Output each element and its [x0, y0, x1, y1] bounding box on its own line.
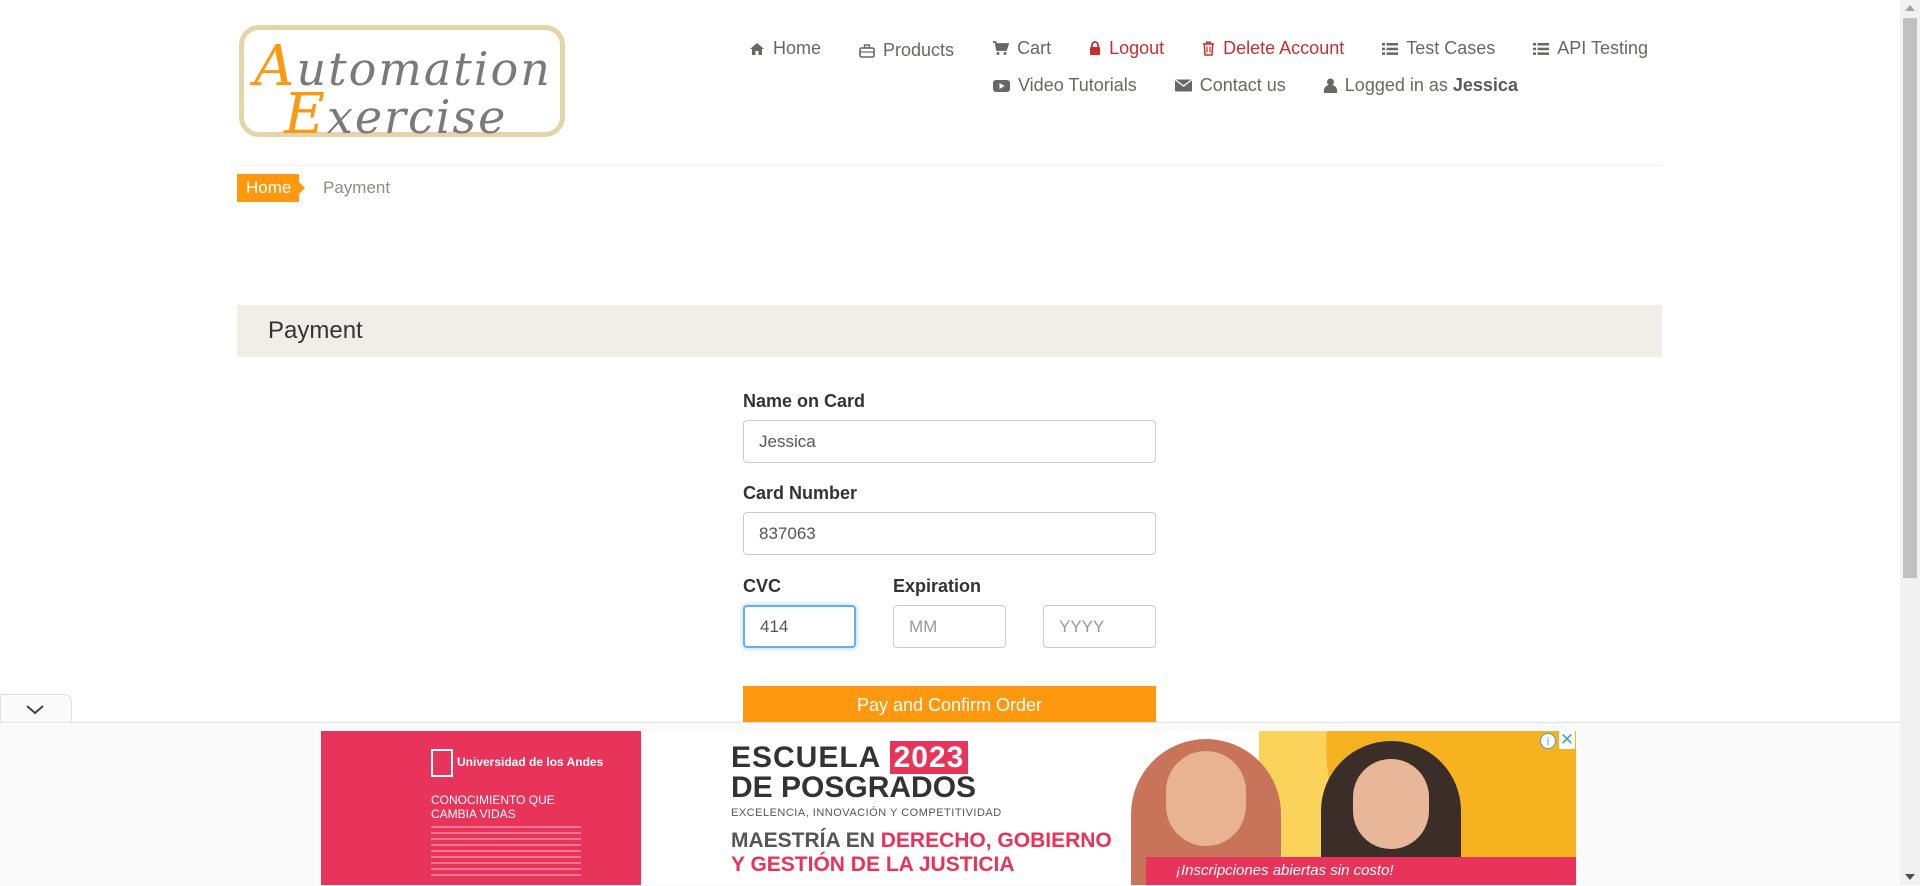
chevron-down-icon [26, 705, 44, 715]
nav-logged-in-as[interactable]: Logged in as Jessica [1323, 75, 1518, 96]
ad-banner[interactable]: Universidad de los Andes CONOCIMIENTO QU… [321, 731, 1576, 885]
page-title: Payment [237, 305, 1662, 357]
expiry-year-input[interactable] [1043, 605, 1156, 648]
nav-products[interactable]: Products [859, 40, 954, 61]
ad-program-line-1: MAESTRÍA EN DERECHO, GOBIERNO [731, 829, 1112, 853]
ad-person-man-face [1166, 751, 1246, 846]
ad-close-icon[interactable]: ✕ [1559, 731, 1575, 749]
nav-test-cases-label: Test Cases [1406, 38, 1496, 58]
logged-in-label: Logged in as [1344, 75, 1448, 95]
nav-video-tutorials[interactable]: Video Tutorials [993, 75, 1137, 96]
nav-logout-label: Logout [1109, 38, 1165, 58]
ad-subline: EXCELENCIA, INNOVACIÓN Y COMPETITIVIDAD [731, 807, 1002, 819]
nav-api-testing-label: API Testing [1557, 38, 1648, 58]
card-number-label: Card Number [743, 483, 858, 503]
nav-contact-us-label: Contact us [1199, 75, 1286, 95]
secondary-nav: Video Tutorials Contact us Logged in as J… [993, 75, 1518, 96]
youtube-icon [993, 79, 1010, 92]
nav-delete-account-label: Delete Account [1223, 38, 1345, 58]
ad-collapse-tab[interactable] [0, 694, 72, 723]
nav-cart[interactable]: Cart [992, 38, 1051, 59]
card-number-input[interactable] [743, 512, 1156, 555]
ad-program-prefix: MAESTRÍA EN [731, 829, 875, 852]
ad-university-logo: Universidad de los Andes [431, 749, 603, 777]
ad-program-highlight: DERECHO, GOBIERNO [880, 829, 1112, 852]
breadcrumb-home[interactable]: Home [237, 174, 305, 202]
nav-products-label: Products [883, 40, 955, 60]
nav-cart-label: Cart [1017, 38, 1052, 58]
nav-delete-account[interactable]: Delete Account [1202, 38, 1344, 59]
nav-test-cases[interactable]: Test Cases [1382, 38, 1495, 59]
briefcase-icon [859, 43, 875, 58]
user-icon [1323, 78, 1337, 93]
ad-enrollment-banner: ¡Inscripciones abiertas sin costo! [1146, 857, 1576, 885]
scroll-thumb[interactable] [1903, 18, 1917, 578]
logo-line-2: Exercise [284, 82, 507, 147]
cvc-input[interactable] [743, 605, 856, 648]
ad-university-name: Universidad de los Andes [457, 755, 604, 770]
name-on-card-input[interactable] [743, 420, 1156, 463]
ad-fine-print [431, 826, 581, 876]
expiry-month-input[interactable] [893, 605, 1006, 648]
nav-api-testing[interactable]: API Testing [1533, 38, 1648, 59]
pay-and-confirm-button[interactable]: Pay and Confirm Order [743, 686, 1156, 724]
expiration-label: Expiration [893, 576, 982, 596]
nav-logout[interactable]: Logout [1089, 38, 1164, 59]
ad-left-panel: Universidad de los Andes CONOCIMIENTO QU… [321, 731, 641, 885]
cvc-label: CVC [743, 576, 782, 596]
list-icon [1533, 42, 1550, 55]
nav-home-label: Home [773, 38, 822, 58]
envelope-icon [1174, 79, 1192, 92]
logo-cap-e: E [284, 82, 327, 147]
ad-headline-1: ESCUELA 2023 [731, 741, 969, 775]
main-nav: Home Products Cart Logout Delete Account… [749, 38, 1648, 61]
ad-headline-text: ESCUELA [731, 741, 881, 774]
logo-text-2: xercise [326, 90, 508, 144]
scroll-down-arrow-icon[interactable] [1905, 874, 1915, 880]
ad-person-woman-face [1353, 759, 1429, 849]
page: Automation Exercise Home Products Cart L… [0, 0, 1900, 886]
name-on-card-label: Name on Card [743, 391, 866, 411]
page-scrollbar[interactable] [1900, 0, 1920, 885]
site-logo[interactable]: Automation Exercise [239, 25, 565, 147]
ad-program-line-2: Y GESTIÓN DE LA JUSTICIA [731, 853, 1015, 876]
ad-year: 2023 [889, 741, 969, 774]
home-icon [750, 42, 764, 55]
header-divider [237, 165, 1662, 166]
cart-icon [993, 41, 1010, 55]
ad-headline-2: DE POSGRADOS [731, 771, 977, 804]
breadcrumb-current: Payment [323, 178, 391, 197]
ad-tagline: CONOCIMIENTO QUE CAMBIA VIDAS [431, 793, 555, 821]
scroll-up-arrow-icon[interactable] [1905, 5, 1915, 11]
lock-icon [1090, 41, 1101, 55]
nav-contact-us[interactable]: Contact us [1174, 75, 1286, 96]
ad-info-icon[interactable]: i [1540, 733, 1556, 749]
nav-video-tutorials-label: Video Tutorials [1018, 75, 1137, 95]
trash-icon [1203, 41, 1215, 56]
ad-logo-mark [431, 749, 453, 777]
list-icon [1382, 42, 1399, 55]
logged-in-username: Jessica [1452, 75, 1518, 95]
nav-home[interactable]: Home [749, 38, 821, 59]
